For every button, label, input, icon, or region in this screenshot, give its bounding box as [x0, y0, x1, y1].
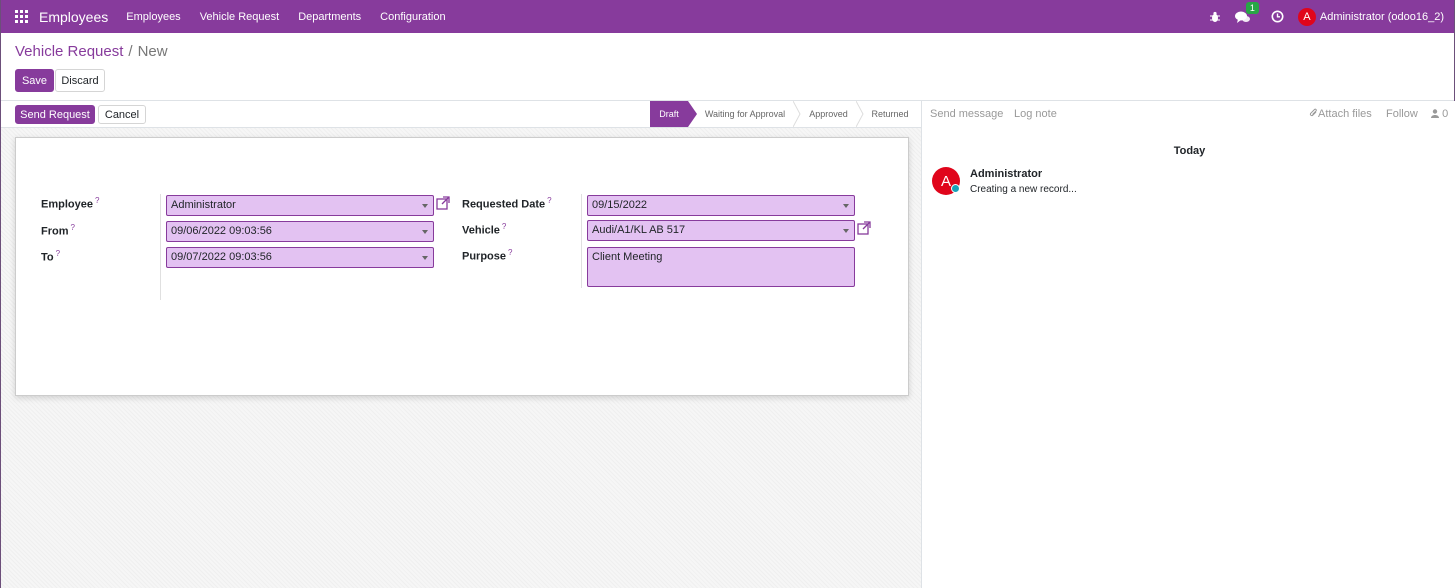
- stage-chevron-icon: [856, 101, 864, 127]
- send-message-button[interactable]: Send message: [930, 108, 1003, 120]
- date-separator: Today: [1173, 145, 1206, 157]
- debug-bug-icon[interactable]: [1209, 11, 1221, 23]
- save-button[interactable]: Save: [15, 69, 54, 92]
- top-navbar: Employees Employees Vehicle Request Depa…: [1, 0, 1454, 33]
- nav-item-departments[interactable]: Departments: [298, 11, 361, 23]
- chat-unread-badge: 1: [1245, 1, 1259, 14]
- breadcrumb-current: New: [137, 43, 168, 60]
- vehicle-label: Vehicle?: [462, 222, 507, 237]
- to-label: To?: [41, 249, 61, 264]
- user-icon: [1431, 109, 1439, 118]
- online-status-icon: [951, 184, 960, 193]
- dropdown-caret-icon: [843, 229, 849, 233]
- message-author[interactable]: Administrator: [970, 168, 1042, 180]
- app-brand[interactable]: Employees: [39, 9, 108, 25]
- stage-waiting-for-approval[interactable]: Waiting for Approval: [699, 101, 791, 127]
- employee-label: Employee?: [41, 196, 100, 211]
- dropdown-caret-icon: [843, 204, 849, 208]
- purpose-label: Purpose?: [462, 248, 513, 263]
- from-label: From?: [41, 223, 75, 238]
- dropdown-caret-icon: [422, 204, 428, 208]
- stage-chevron-icon: [793, 101, 801, 127]
- followers-button[interactable]: 0: [1431, 108, 1448, 120]
- from-datetime-field[interactable]: 09/06/2022 09:03:56: [166, 221, 434, 242]
- log-note-button[interactable]: Log note: [1014, 108, 1057, 120]
- column-separator: [581, 194, 582, 288]
- breadcrumb-parent[interactable]: Vehicle Request: [15, 43, 123, 60]
- column-separator: [160, 194, 161, 300]
- user-menu[interactable]: Administrator (odoo16_2): [1320, 11, 1444, 23]
- messaging-chat-icon[interactable]: 1: [1234, 1, 1259, 24]
- message-body: Creating a new record...: [970, 184, 1077, 195]
- nav-item-employees[interactable]: Employees: [126, 11, 180, 23]
- chatter-topbar: Send message Log note Attach files Follo…: [922, 101, 1455, 128]
- form-sheet: Employee? From? To? Administrator 09/06/…: [15, 137, 909, 396]
- requested-date-field[interactable]: 09/15/2022: [587, 195, 855, 216]
- stage-returned[interactable]: Returned: [865, 101, 915, 127]
- breadcrumb: Vehicle Request / New: [15, 43, 168, 60]
- user-avatar[interactable]: A: [1297, 7, 1316, 26]
- requested-date-label: Requested Date?: [462, 196, 552, 211]
- send-request-button[interactable]: Send Request: [15, 105, 95, 124]
- nav-item-vehicle-request[interactable]: Vehicle Request: [200, 11, 280, 23]
- form-view: Send Request Cancel Draft Waiting for Ap…: [1, 101, 921, 588]
- chatter-panel: Send message Log note Attach files Follo…: [921, 101, 1455, 588]
- dropdown-caret-icon: [422, 256, 428, 260]
- nav-item-configuration[interactable]: Configuration: [380, 11, 445, 23]
- form-statusbar: Send Request Cancel Draft Waiting for Ap…: [1, 101, 921, 128]
- activity-clock-icon[interactable]: [1271, 10, 1284, 23]
- stage-approved[interactable]: Approved: [801, 101, 856, 127]
- vehicle-field[interactable]: Audi/A1/KL AB 517: [587, 220, 855, 241]
- paperclip-icon: [1309, 108, 1317, 117]
- to-datetime-field[interactable]: 09/07/2022 09:03:56: [166, 247, 434, 268]
- attach-files-button[interactable]: Attach files: [1309, 108, 1372, 120]
- apps-menu-icon[interactable]: [15, 9, 29, 24]
- follow-button[interactable]: Follow: [1386, 108, 1418, 120]
- purpose-textarea[interactable]: Client Meeting: [587, 247, 855, 287]
- external-link-icon[interactable]: [857, 221, 871, 235]
- dropdown-caret-icon: [422, 230, 428, 234]
- cancel-button[interactable]: Cancel: [98, 105, 146, 124]
- stage-draft[interactable]: Draft: [650, 101, 688, 127]
- discard-button[interactable]: Discard: [55, 69, 105, 92]
- stage-arrow-icon: [688, 101, 697, 127]
- breadcrumb-separator: /: [128, 43, 133, 60]
- external-link-icon[interactable]: [436, 196, 450, 210]
- employee-field[interactable]: Administrator: [166, 195, 434, 216]
